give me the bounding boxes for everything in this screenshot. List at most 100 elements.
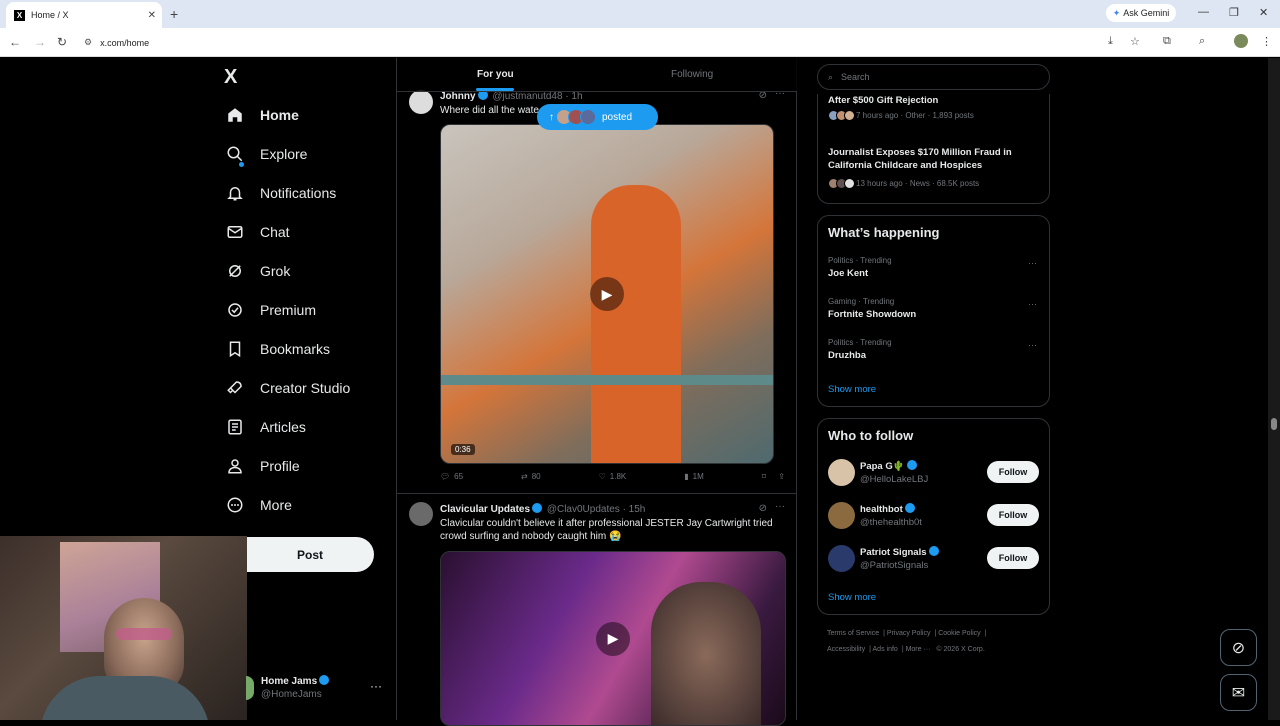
sidebar-item-more[interactable]: More bbox=[226, 496, 292, 514]
bookmark-star-icon[interactable]: ☆ bbox=[1130, 35, 1140, 48]
grok-icon[interactable]: ⊘ bbox=[759, 503, 767, 514]
new-tab-icon[interactable]: + bbox=[170, 6, 178, 22]
who-to-follow-card: Who to follow Papa G🌵 @HelloLakeLBJ Foll… bbox=[817, 418, 1050, 615]
browser-profile-avatar[interactable] bbox=[1234, 34, 1248, 48]
new-posts-pill[interactable]: ↑ posted bbox=[537, 104, 658, 130]
footer-link[interactable]: More ··· bbox=[906, 646, 931, 653]
trend-name[interactable]: Fortnite Showdown bbox=[828, 309, 916, 320]
sidebar-item-notifications[interactable]: Notifications bbox=[226, 184, 336, 202]
sidebar-item-bookmarks[interactable]: Bookmarks bbox=[226, 340, 330, 358]
share-icon[interactable]: ⇪ bbox=[778, 472, 785, 481]
more-dots-icon[interactable]: ··· bbox=[1028, 299, 1037, 309]
tweet[interactable]: Johnny @justmanutd48 · 1h ⊘ ··· Where di… bbox=[397, 86, 797, 491]
video-player[interactable]: ▶ bbox=[440, 551, 786, 726]
search-input[interactable]: ⌕ Search bbox=[817, 64, 1050, 90]
avatar[interactable] bbox=[409, 502, 433, 526]
video-duration: 0:36 bbox=[451, 444, 475, 455]
close-tab-icon[interactable]: ✕ bbox=[148, 10, 156, 21]
sidebar-item-premium[interactable]: Premium bbox=[226, 301, 316, 319]
sidebar-item-creator-studio[interactable]: Creator Studio bbox=[226, 379, 350, 397]
follow-button[interactable]: Follow bbox=[987, 461, 1039, 483]
sidebar-item-label: Premium bbox=[260, 302, 317, 318]
bell-icon bbox=[227, 187, 243, 201]
messages-float-button[interactable]: ✉ bbox=[1220, 674, 1257, 711]
tab-for-you[interactable]: For you bbox=[477, 69, 514, 80]
play-icon[interactable]: ▶ bbox=[590, 277, 624, 311]
sidebar-item-label: Grok bbox=[260, 263, 291, 279]
show-more-link[interactable]: Show more bbox=[828, 384, 876, 395]
grok-float-button[interactable]: ⊘ bbox=[1220, 629, 1257, 666]
follow-suggestion-name[interactable]: healthbot bbox=[860, 503, 917, 515]
avatar[interactable] bbox=[828, 545, 855, 572]
avatar[interactable] bbox=[828, 459, 855, 486]
news-item-title[interactable]: After $500 Gift Rejection bbox=[828, 94, 1043, 107]
more-dots-icon[interactable]: ··· bbox=[775, 501, 785, 512]
minimize-icon[interactable]: — bbox=[1198, 6, 1209, 18]
trend-name[interactable]: Joe Kent bbox=[828, 268, 868, 279]
footer-link[interactable]: Terms of Service bbox=[827, 630, 879, 637]
tweet-author[interactable]: Clavicular Updates @Clav0Updates · 15h bbox=[440, 503, 645, 515]
tab-following[interactable]: Following bbox=[671, 69, 713, 80]
more-dots-icon[interactable]: ··· bbox=[1028, 340, 1037, 350]
browser-menu-icon[interactable]: ⋮ bbox=[1261, 35, 1272, 48]
sidebar-item-home[interactable]: Home bbox=[226, 106, 299, 124]
avatar[interactable] bbox=[828, 502, 855, 529]
avatar[interactable] bbox=[409, 90, 433, 114]
sidebar-item-articles[interactable]: Articles bbox=[226, 418, 306, 436]
bookmark-icon[interactable]: ⌑ bbox=[762, 472, 766, 481]
copyright: © 2026 X Corp. bbox=[936, 646, 985, 653]
video-frame-image bbox=[591, 185, 681, 463]
window-close-icon[interactable]: ✕ bbox=[1259, 6, 1268, 19]
like-button[interactable]: ♡ 1.8K bbox=[599, 472, 627, 481]
views-button[interactable]: ▮ 1M bbox=[684, 472, 704, 481]
video-player[interactable]: ▶ 0:36 bbox=[440, 124, 774, 464]
footer-link[interactable]: Cookie Policy bbox=[938, 630, 980, 637]
repost-icon: ⇄ bbox=[521, 472, 528, 481]
verified-badge-icon bbox=[319, 675, 330, 685]
footer-link[interactable]: Ads info bbox=[873, 646, 898, 653]
extensions-icon[interactable]: ⧉ bbox=[1163, 35, 1171, 48]
sidebar-item-grok[interactable]: Grok bbox=[226, 262, 290, 280]
reply-button[interactable]: 💬︎ 65 bbox=[440, 472, 463, 481]
install-app-icon[interactable]: ⤓ bbox=[1108, 35, 1113, 48]
tab-search-icon[interactable]: ⌕ bbox=[1199, 35, 1205, 48]
address-bar[interactable]: ⚙ x.com/home bbox=[84, 32, 1084, 53]
show-more-link[interactable]: Show more bbox=[828, 592, 876, 603]
trend-name[interactable]: Druzhba bbox=[828, 350, 866, 361]
scroll-thumb[interactable] bbox=[1271, 418, 1277, 430]
footer-link[interactable]: Privacy Policy bbox=[887, 630, 931, 637]
streamer-body-image bbox=[40, 676, 210, 720]
whats-happening-card: What’s happening Politics · Trending Joe… bbox=[817, 215, 1050, 407]
mail-icon bbox=[227, 226, 243, 238]
site-settings-icon[interactable]: ⚙ bbox=[84, 37, 92, 48]
browser-tab[interactable]: X Home / X ✕ bbox=[6, 2, 162, 28]
tweet[interactable]: Clavicular Updates @Clav0Updates · 15h ⊘… bbox=[397, 500, 797, 726]
account-switcher[interactable]: Home Jams @HomeJams ··· bbox=[246, 670, 386, 710]
trend-category: Politics · Trending bbox=[828, 256, 892, 265]
sidebar-item-profile[interactable]: Profile bbox=[226, 457, 300, 475]
footer-link[interactable]: Accessibility bbox=[827, 646, 865, 653]
follow-suggestion-name[interactable]: Patriot Signals bbox=[860, 546, 941, 558]
follow-button[interactable]: Follow bbox=[987, 504, 1039, 526]
more-dots-icon[interactable]: ··· bbox=[370, 679, 382, 693]
card-title: What’s happening bbox=[828, 225, 940, 240]
news-item-title[interactable]: Journalist Exposes $170 Million Fraud in… bbox=[828, 146, 1043, 172]
play-icon[interactable]: ▶ bbox=[596, 621, 630, 656]
x-logo[interactable]: X bbox=[224, 66, 237, 89]
follow-button[interactable]: Follow bbox=[987, 547, 1039, 569]
ask-gemini-button[interactable]: ✦ Ask Gemini bbox=[1106, 4, 1176, 22]
back-icon[interactable]: ← bbox=[9, 35, 21, 49]
reload-icon[interactable]: ↻ bbox=[57, 35, 67, 49]
verified-badge-icon bbox=[928, 546, 939, 556]
repost-button[interactable]: ⇄ 80 bbox=[521, 472, 541, 481]
post-button[interactable]: Post bbox=[246, 537, 374, 572]
gemini-icon: ✦ bbox=[1112, 7, 1121, 18]
more-dots-icon[interactable]: ··· bbox=[1028, 258, 1037, 268]
sidebar-item-chat[interactable]: Chat bbox=[226, 223, 290, 241]
scrollbar[interactable] bbox=[1268, 58, 1280, 720]
follow-suggestion-name[interactable]: Papa G🌵 bbox=[860, 460, 919, 472]
sidebar-item-explore[interactable]: Explore bbox=[226, 145, 307, 163]
forward-icon[interactable]: → bbox=[34, 35, 46, 49]
restore-icon[interactable]: ❐ bbox=[1229, 6, 1239, 19]
footer-links: Terms of Service | Privacy Policy | Cookie… bbox=[827, 630, 987, 653]
